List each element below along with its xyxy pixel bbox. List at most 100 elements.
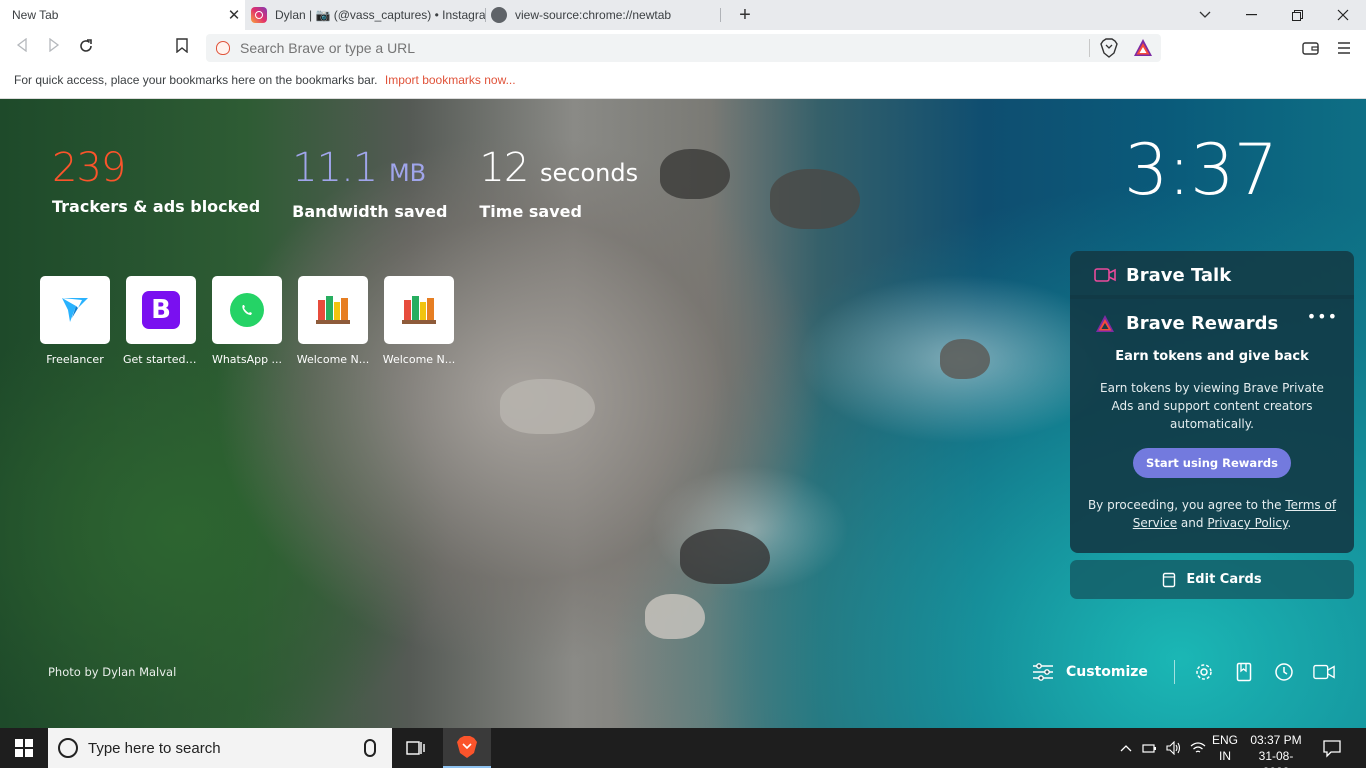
back-button[interactable]	[12, 37, 32, 58]
notifications-icon[interactable]	[1322, 738, 1342, 758]
brave-shields-button[interactable]	[1099, 38, 1119, 58]
background-rock	[500, 379, 595, 434]
brave-talk-card[interactable]: Brave Talk	[1070, 251, 1354, 299]
site-name: Freelancer	[46, 353, 104, 366]
tab-title: New Tab	[12, 8, 59, 22]
tab-search-chevron-icon[interactable]	[1182, 0, 1228, 30]
stat-value: 11.1	[292, 145, 378, 191]
freelancer-logo-icon	[62, 298, 88, 322]
wifi-icon[interactable]	[1189, 739, 1207, 757]
tab-title: view-source:chrome://newtab	[515, 8, 672, 22]
minimize-button[interactable]	[1228, 0, 1274, 30]
tab-separator	[720, 8, 721, 22]
top-site-whatsapp[interactable]: WhatsApp ...	[212, 276, 282, 366]
reload-button[interactable]	[76, 38, 96, 58]
ntp-footer-tools: Customize	[1032, 659, 1353, 685]
restore-button[interactable]	[1274, 0, 1320, 30]
language-code: ENG	[1212, 733, 1239, 747]
brave-taskbar-button[interactable]	[443, 728, 491, 768]
start-button[interactable]	[0, 728, 48, 768]
top-site-freelancer[interactable]: Freelancer	[40, 276, 110, 366]
terms-suffix: .	[1287, 516, 1292, 530]
start-using-rewards-button[interactable]: Start using Rewards	[1133, 448, 1291, 478]
new-tab-button[interactable]: +	[734, 4, 756, 26]
menu-icon[interactable]	[1334, 38, 1354, 58]
top-site-welcome-2[interactable]: Welcome N...	[382, 276, 456, 366]
toolbar	[0, 30, 1366, 66]
close-window-button[interactable]	[1320, 0, 1366, 30]
forward-button[interactable]	[44, 37, 64, 58]
site-name: Get started ...	[123, 353, 199, 366]
background-rock	[680, 529, 770, 584]
more-options-icon[interactable]: •••	[1307, 307, 1338, 326]
microphone-icon[interactable]	[364, 739, 376, 757]
stat-value: 12	[479, 145, 529, 191]
brave-talk-video-icon[interactable]	[1313, 661, 1335, 683]
address-bar[interactable]	[206, 34, 1161, 62]
privacy-policy-link[interactable]: Privacy Policy	[1207, 516, 1287, 530]
site-tile[interactable]	[298, 276, 368, 344]
task-view-icon[interactable]	[404, 738, 426, 758]
bookmarks-icon[interactable]	[1233, 661, 1255, 683]
taskbar-clock[interactable]: 03:37 PM 31-08-2022	[1248, 732, 1304, 768]
address-separator	[1089, 39, 1090, 57]
sliders-icon	[1033, 663, 1053, 681]
rewards-subtitle: Earn tokens and give back	[1115, 349, 1309, 364]
tab-strip: New Tab ✕ Dylan | 📷 (@vass_captures) • I…	[0, 0, 1366, 30]
tab-new-tab[interactable]: New Tab ✕	[0, 0, 245, 30]
stat-unit: seconds	[540, 159, 639, 187]
chevron-up-icon[interactable]	[1117, 739, 1135, 757]
customize-button[interactable]: Customize	[1032, 662, 1148, 682]
close-icon[interactable]: ✕	[223, 6, 245, 24]
background-rock	[770, 169, 860, 229]
brave-talk-title: Brave Talk	[1126, 264, 1232, 286]
system-tray	[1114, 728, 1210, 768]
region-code: IN	[1219, 749, 1231, 763]
site-name: Welcome N...	[382, 353, 456, 366]
new-tab-page: 239 Trackers & ads blocked 11.1 MB Bandw…	[0, 99, 1366, 728]
site-tile[interactable]: B	[126, 276, 196, 344]
rewards-title: Brave Rewards	[1126, 313, 1279, 334]
battery-icon[interactable]	[1141, 739, 1159, 757]
top-site-welcome-1[interactable]: Welcome N...	[297, 276, 369, 366]
top-sites: Freelancer B Get started ... WhatsApp ..…	[40, 276, 456, 366]
edit-cards-button[interactable]: Edit Cards	[1070, 560, 1354, 599]
brave-rewards-icon	[1096, 314, 1114, 332]
taskbar-time: 03:37 PM	[1250, 733, 1302, 747]
wallet-icon[interactable]	[1300, 38, 1320, 58]
instagram-icon	[251, 7, 267, 23]
brave-rewards-icon[interactable]	[1133, 38, 1153, 58]
taskbar-search[interactable]: Type here to search	[48, 728, 392, 768]
site-tile[interactable]	[384, 276, 454, 344]
stat-time: 12 seconds Time saved	[479, 145, 638, 221]
tab-title: Dylan | 📷 (@vass_captures) • Instagram	[275, 8, 485, 22]
site-tile[interactable]	[40, 276, 110, 344]
bookmark-button[interactable]	[172, 38, 192, 58]
background-rock	[940, 339, 990, 379]
brave-shield-icon	[216, 41, 230, 55]
input-language[interactable]: ENG IN	[1212, 732, 1238, 764]
stat-label: Time saved	[479, 202, 582, 221]
background-rock	[660, 149, 730, 199]
import-bookmarks-link[interactable]: Import bookmarks now...	[385, 73, 516, 87]
tab-instagram[interactable]: Dylan | 📷 (@vass_captures) • Instagram	[245, 0, 485, 30]
ntp-clock: 3:37	[1124, 129, 1278, 211]
rewards-terms: By proceeding, you agree to the Terms of…	[1086, 496, 1338, 532]
customize-label: Customize	[1066, 664, 1148, 680]
rewards-header: Brave Rewards	[1094, 313, 1278, 334]
tab-view-source[interactable]: view-source:chrome://newtab	[485, 0, 720, 30]
history-icon[interactable]	[1273, 661, 1295, 683]
url-input[interactable]	[240, 40, 1080, 56]
rewards-description: Earn tokens by viewing Brave Private Ads…	[1100, 381, 1324, 431]
volume-icon[interactable]	[1165, 739, 1183, 757]
site-tile[interactable]	[212, 276, 282, 344]
stat-unit: MB	[388, 159, 427, 187]
brave-lion-icon	[457, 736, 477, 758]
brave-stats: 239 Trackers & ads blocked 11.1 MB Bandw…	[52, 145, 638, 221]
globe-icon	[491, 7, 507, 23]
top-site-bootstrap[interactable]: B Get started ...	[123, 276, 199, 366]
settings-gear-icon[interactable]	[1193, 661, 1215, 683]
photo-credit[interactable]: Photo by Dylan Malval	[48, 665, 176, 679]
books-logo-icon	[316, 296, 350, 324]
taskbar-search-placeholder: Type here to search	[88, 739, 221, 757]
